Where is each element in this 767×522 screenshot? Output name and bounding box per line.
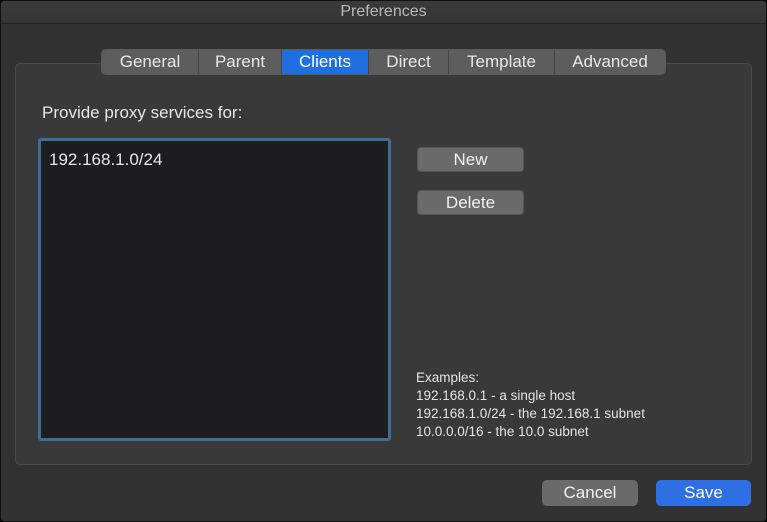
tab-parent[interactable]: Parent (199, 50, 282, 74)
examples-heading: Examples: (416, 370, 480, 385)
example-line: 192.168.0.1 - a single host (416, 388, 576, 403)
list-item[interactable]: 192.168.1.0/24 (49, 150, 162, 170)
clients-list[interactable]: 192.168.1.0/24 (38, 138, 391, 441)
tab-advanced[interactable]: Advanced (555, 50, 665, 74)
preferences-window: Preferences General Parent Clients Direc… (0, 0, 767, 522)
tab-direct[interactable]: Direct (369, 50, 449, 74)
examples-text: Examples: 192.168.0.1 - a single host 19… (416, 369, 645, 441)
tab-clients[interactable]: Clients (282, 50, 369, 74)
cancel-button[interactable]: Cancel (542, 480, 638, 506)
tab-bar: General Parent Clients Direct Template A… (101, 49, 666, 75)
delete-button[interactable]: Delete (417, 190, 524, 215)
example-line: 10.0.0.0/16 - the 10.0 subnet (416, 424, 589, 439)
new-button[interactable]: New (417, 147, 524, 172)
tab-general[interactable]: General (102, 50, 199, 74)
example-line: 192.168.1.0/24 - the 192.168.1 subnet (416, 406, 645, 421)
tab-template[interactable]: Template (449, 50, 555, 74)
save-button[interactable]: Save (656, 480, 751, 506)
window-title: Preferences (1, 1, 766, 24)
proxy-services-label: Provide proxy services for: (42, 103, 243, 122)
